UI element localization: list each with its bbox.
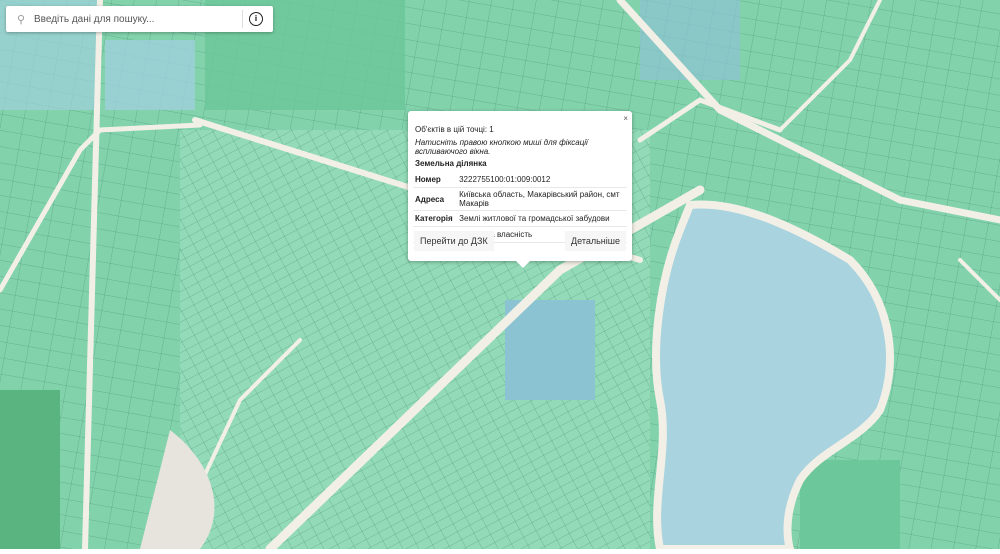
row-key: Номер — [413, 172, 458, 188]
search-icon[interactable]: ⚲ — [10, 13, 32, 26]
table-row: Адреса Київська область, Макарівський рай… — [413, 187, 627, 211]
parcel-popup: × Об'єктів в цій точці: 1 Натисніть прав… — [408, 111, 632, 268]
row-key: Адреса — [413, 187, 458, 211]
row-key: Категорія — [413, 210, 458, 227]
divider — [242, 10, 243, 28]
search-input[interactable] — [32, 12, 236, 26]
info-icon[interactable]: i — [249, 12, 263, 26]
table-row: Номер 3222755100:01:009:0012 — [413, 172, 627, 188]
popup-hint: Натисніть правою кнопкою миші для фіксац… — [415, 138, 588, 156]
table-row: Категорія Землі житлової та громадської з… — [413, 210, 627, 227]
map-layer — [0, 0, 1000, 554]
search-bar: ⚲ i — [6, 6, 273, 32]
popup-title: Земельна ділянка — [415, 159, 487, 168]
row-value: Київська область, Макарівський район, см… — [457, 187, 627, 211]
close-icon[interactable]: × — [623, 114, 628, 123]
row-value: 3222755100:01:009:0012 — [457, 172, 627, 188]
map-canvas[interactable] — [0, 0, 1000, 554]
details-button[interactable]: Детальніше — [565, 231, 626, 251]
objects-count: Об'єктів в цій точці: 1 — [415, 125, 494, 134]
row-value: Землі житлової та громадської забудови — [457, 210, 627, 227]
go-to-dzk-button[interactable]: Перейти до ДЗК — [414, 231, 494, 251]
